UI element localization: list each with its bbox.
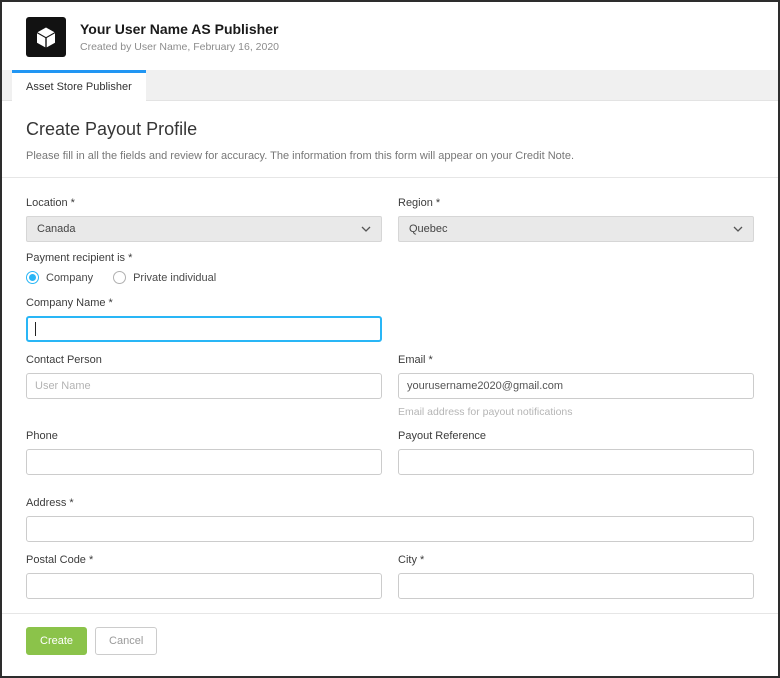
phone-label: Phone — [26, 430, 382, 442]
address-field: Address * — [26, 497, 754, 542]
phone-input[interactable] — [26, 449, 382, 475]
cancel-button[interactable]: Cancel — [95, 627, 157, 655]
publisher-subtitle: Created by User Name, February 16, 2020 — [80, 41, 279, 53]
create-button[interactable]: Create — [26, 627, 87, 655]
radio-private-individual-control[interactable] — [113, 271, 126, 284]
company-name-field: Company Name * — [26, 297, 382, 342]
payment-recipient-field: Payment recipient is * Company Private i… — [26, 252, 754, 284]
location-label: Location * — [26, 197, 382, 209]
region-field: Region * Quebec — [398, 197, 754, 242]
radio-option-private-individual[interactable]: Private individual — [113, 271, 216, 284]
company-name-label: Company Name * — [26, 297, 382, 309]
location-field: Location * Canada — [26, 197, 382, 242]
header: Your User Name AS Publisher Created by U… — [2, 2, 778, 70]
address-label: Address * — [26, 497, 754, 509]
payout-reference-input[interactable] — [398, 449, 754, 475]
chevron-down-icon — [361, 226, 371, 232]
unity-logo — [26, 17, 66, 57]
header-text: Your User Name AS Publisher Created by U… — [80, 21, 279, 53]
email-label: Email * — [398, 354, 754, 366]
radio-option-company[interactable]: Company — [26, 271, 93, 284]
text-cursor — [35, 322, 36, 336]
contact-person-field: Contact Person — [26, 354, 382, 399]
radio-company-control[interactable] — [26, 271, 39, 284]
location-select-value: Canada — [37, 223, 76, 235]
payment-recipient-label: Payment recipient is * — [26, 252, 754, 264]
page-description: Please fill in all the fields and review… — [26, 150, 754, 162]
phone-field: Phone — [26, 430, 382, 475]
company-name-input[interactable] — [26, 316, 382, 342]
payment-recipient-options: Company Private individual — [26, 271, 754, 284]
postal-code-input[interactable] — [26, 573, 382, 599]
form-actions: Create Cancel — [26, 614, 754, 669]
publisher-title: Your User Name AS Publisher — [80, 21, 279, 37]
email-field: Email * Email address for payout notific… — [398, 354, 754, 418]
company-name-input-wrap — [26, 316, 382, 342]
main-content: Create Payout Profile Please fill in all… — [2, 101, 778, 669]
address-input[interactable] — [26, 516, 754, 542]
radio-private-individual-label: Private individual — [133, 272, 216, 284]
postal-code-field: Postal Code * — [26, 554, 382, 599]
payout-reference-label: Payout Reference — [398, 430, 754, 442]
page-title: Create Payout Profile — [26, 119, 754, 140]
region-select[interactable]: Quebec — [398, 216, 754, 242]
contact-person-input[interactable] — [26, 373, 382, 399]
contact-email-row: Contact Person Email * Email address for… — [26, 354, 754, 418]
top-divider — [2, 177, 778, 178]
postal-city-row: Postal Code * City * — [26, 554, 754, 599]
unity-icon — [34, 25, 58, 49]
region-label: Region * — [398, 197, 754, 209]
payout-profile-form: Location * Canada Region * Quebec — [26, 197, 754, 599]
email-helper-text: Email address for payout notifications — [398, 406, 754, 418]
publisher-admin-page: Your User Name AS Publisher Created by U… — [0, 0, 780, 678]
city-field: City * — [398, 554, 754, 599]
tab-asset-store-publisher[interactable]: Asset Store Publisher — [12, 70, 146, 101]
location-region-row: Location * Canada Region * Quebec — [26, 197, 754, 242]
phone-reference-row: Phone Payout Reference — [26, 430, 754, 475]
chevron-down-icon — [733, 226, 743, 232]
payout-reference-field: Payout Reference — [398, 430, 754, 475]
tab-bar: Asset Store Publisher — [2, 70, 778, 101]
email-input[interactable] — [398, 373, 754, 399]
city-label: City * — [398, 554, 754, 566]
postal-code-label: Postal Code * — [26, 554, 382, 566]
contact-person-label: Contact Person — [26, 354, 382, 366]
region-select-value: Quebec — [409, 223, 448, 235]
city-input[interactable] — [398, 573, 754, 599]
location-select[interactable]: Canada — [26, 216, 382, 242]
radio-company-label: Company — [46, 272, 93, 284]
